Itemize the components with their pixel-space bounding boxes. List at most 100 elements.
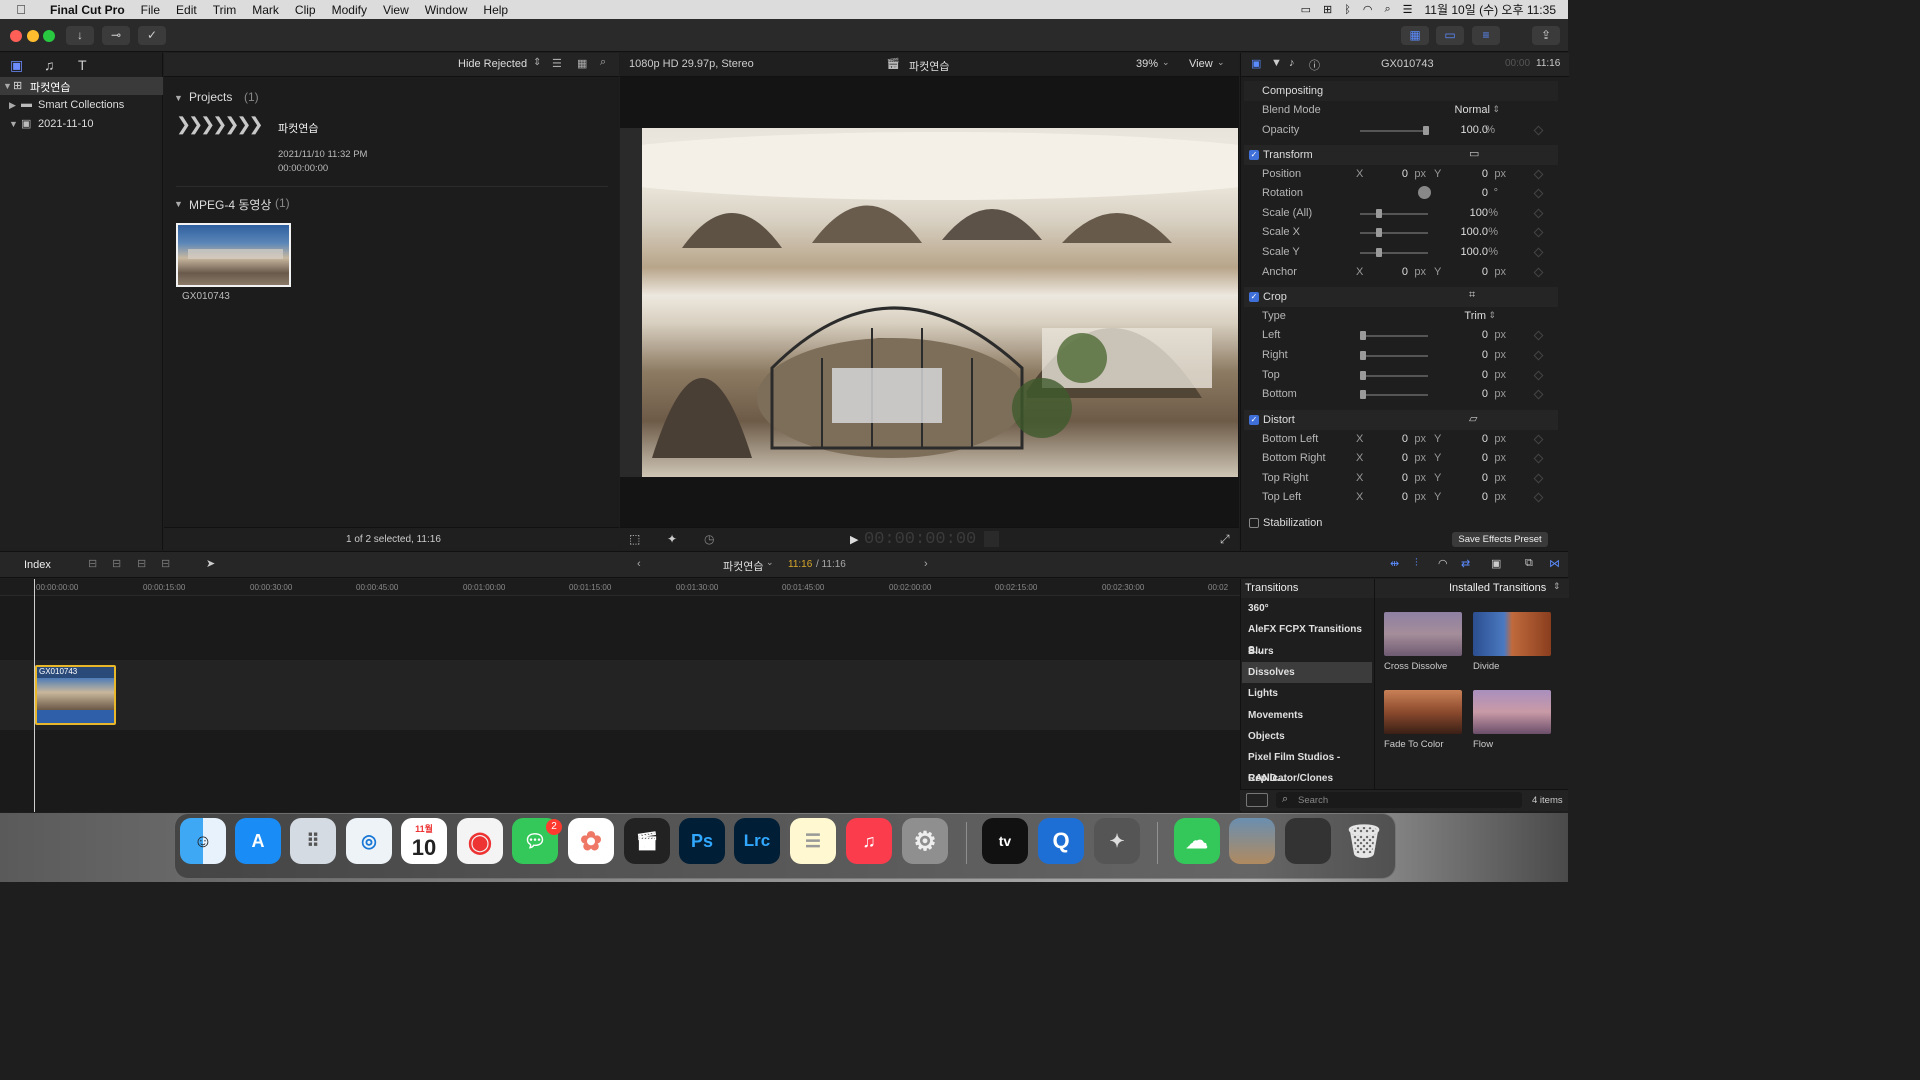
stabilization-checkbox[interactable] [1249,518,1259,528]
calendar-icon[interactable]: 11월 10 [401,818,447,864]
timeline-ruler[interactable]: 00:00:00:00 00:00:15:00 00:00:30:00 00:0… [0,579,1240,596]
photos-audio-icon[interactable]: ♫ [44,57,55,73]
keyframe-icon[interactable] [1533,330,1544,341]
inspector-toggle-icon[interactable]: ≡ [1472,26,1500,45]
disclosure-icon[interactable]: ▼ [9,119,18,129]
enhance-icon[interactable]: ✦ [667,532,677,546]
position-y-value[interactable]: 0 [1482,168,1488,180]
disclosure-icon[interactable]: ▼ [3,81,12,91]
rotation-dial[interactable] [1418,186,1431,199]
music-icon[interactable]: ♫ [846,818,892,864]
screen-icon[interactable]: ▭ [1301,3,1311,16]
slider-knob[interactable] [1423,126,1429,135]
libraries-icon[interactable]: ▣ [10,57,23,74]
sidebar-toggle-icon[interactable] [1246,793,1268,807]
menu-window[interactable]: Window [417,3,476,17]
downloads-stack-icon[interactable] [1229,818,1275,864]
insert-clip-icon[interactable]: ⊟ [112,557,121,570]
control-center-icon[interactable]: ☰ [1403,3,1413,16]
keyframe-icon[interactable] [1533,188,1544,199]
media-disclosure-icon[interactable]: ▼ [174,199,183,209]
category-lights[interactable]: Lights [1242,683,1372,704]
filter-dropdown[interactable]: Hide Rejected [458,58,527,70]
fullscreen-icon[interactable]: ⤢ [1220,532,1230,547]
system-preferences-icon[interactable]: ⚙ [902,818,948,864]
select-tool-icon[interactable]: ➤ [206,557,215,570]
scale-x-value[interactable]: 100.0 [1460,226,1488,238]
opacity-value[interactable]: 100.0 [1460,124,1488,136]
scale-y-slider[interactable] [1360,248,1428,257]
menu-mark[interactable]: Mark [244,3,287,17]
transform-onscreen-icon[interactable]: ▭ [1469,147,1479,160]
trash-icon[interactable]: 🗑︎ [1341,818,1387,864]
save-effects-preset-button[interactable]: Save Effects Preset [1452,532,1548,547]
cloud-download-icon[interactable]: ☁ [1174,818,1220,864]
category-alefx[interactable]: AleFX FCPX Transitions S... [1242,619,1372,656]
value[interactable]: 0 [1482,472,1488,484]
audio-inspector-icon[interactable]: ♪ [1289,57,1295,69]
category-replicator-clones[interactable]: Replicator/Clones [1242,768,1372,789]
timeline-toggle-icon[interactable]: ▭ [1436,26,1464,45]
anchor-y-value[interactable]: 0 [1482,266,1488,278]
transform-checkbox[interactable]: ✓ [1249,150,1259,160]
list-view-icon[interactable]: ☰ [552,57,562,70]
documents-stack-icon[interactable] [1285,818,1331,864]
photos-icon[interactable]: ✿ [568,818,614,864]
keyframe-icon[interactable] [1533,350,1544,361]
slider-knob[interactable] [1376,228,1382,237]
speed-icon[interactable]: ◷ [704,532,714,546]
clip-appearance-icon[interactable]: ▣ [1491,557,1501,570]
photoshop-icon[interactable]: Ps [679,818,725,864]
skimming-icon[interactable]: ⇹ [1390,557,1399,570]
scale-y-value[interactable]: 100.0 [1460,246,1488,258]
apple-icon[interactable]:  [0,2,42,17]
video-frame[interactable] [642,128,1238,477]
play-icon[interactable]: ▶ [850,533,858,546]
slider-knob[interactable] [1360,390,1366,399]
audio-meter-icon[interactable] [984,531,999,547]
position-x-value[interactable]: 0 [1402,168,1408,180]
keyframe-icon[interactable] [1533,434,1544,445]
import-icon[interactable]: ↓ [66,26,94,45]
event-row[interactable]: ▼ ▣ 2021-11-10 [0,115,163,133]
menu-app[interactable]: Final Cut Pro [42,3,133,17]
transition-thumb-flow[interactable] [1473,690,1551,734]
keyframe-icon[interactable] [1533,370,1544,381]
transition-thumb-divide[interactable] [1473,612,1551,656]
slider-knob[interactable] [1376,209,1382,218]
anchor-x-value[interactable]: 0 [1402,266,1408,278]
timecode-display[interactable]: 00:00:00:00 [864,530,976,549]
crop-right-slider[interactable] [1360,351,1428,360]
menu-view[interactable]: View [375,3,417,17]
transform-icon[interactable]: ⬚ [629,532,640,546]
effects-browser-icon[interactable]: ⧉ [1525,557,1533,570]
minimize-button[interactable] [27,30,39,42]
quicktime-icon[interactable]: Q [1038,818,1084,864]
slider-knob[interactable] [1376,248,1382,257]
zoom-dropdown[interactable]: 39% [1136,58,1158,70]
safari-icon[interactable]: ◎ [346,818,392,864]
rotation-value[interactable]: 0 [1482,187,1488,199]
keyframe-icon[interactable] [1533,453,1544,464]
crop-top-slider[interactable] [1360,371,1428,380]
compressor-icon[interactable]: ✦ [1094,818,1140,864]
slider-knob[interactable] [1360,371,1366,380]
keyframe-icon[interactable] [1533,247,1544,258]
keyword-icon[interactable]: ⊸ [102,26,130,45]
value[interactable]: 0 [1402,491,1408,503]
launchpad-icon[interactable]: ⠿ [290,818,336,864]
crop-top-value[interactable]: 0 [1482,369,1488,381]
search-icon[interactable]: ⌕ [600,56,606,69]
menu-edit[interactable]: Edit [168,3,205,17]
keyframe-icon[interactable] [1533,125,1544,136]
disclosure-icon[interactable]: ▶ [9,100,16,111]
category-360[interactable]: 360° [1242,598,1372,619]
category-movements[interactable]: Movements [1242,705,1372,726]
category-pixel-film-studios[interactable]: Pixel Film Studios - CAND... [1242,747,1372,784]
final-cut-pro-icon[interactable]: 🎬︎ [624,818,670,864]
share-icon[interactable]: ⇪ [1532,26,1560,45]
value[interactable]: 0 [1482,491,1488,503]
apple-tv-icon[interactable]: tv [982,818,1028,864]
color-inspector-icon[interactable]: ▼ [1271,57,1282,69]
keyframe-icon[interactable] [1533,169,1544,180]
